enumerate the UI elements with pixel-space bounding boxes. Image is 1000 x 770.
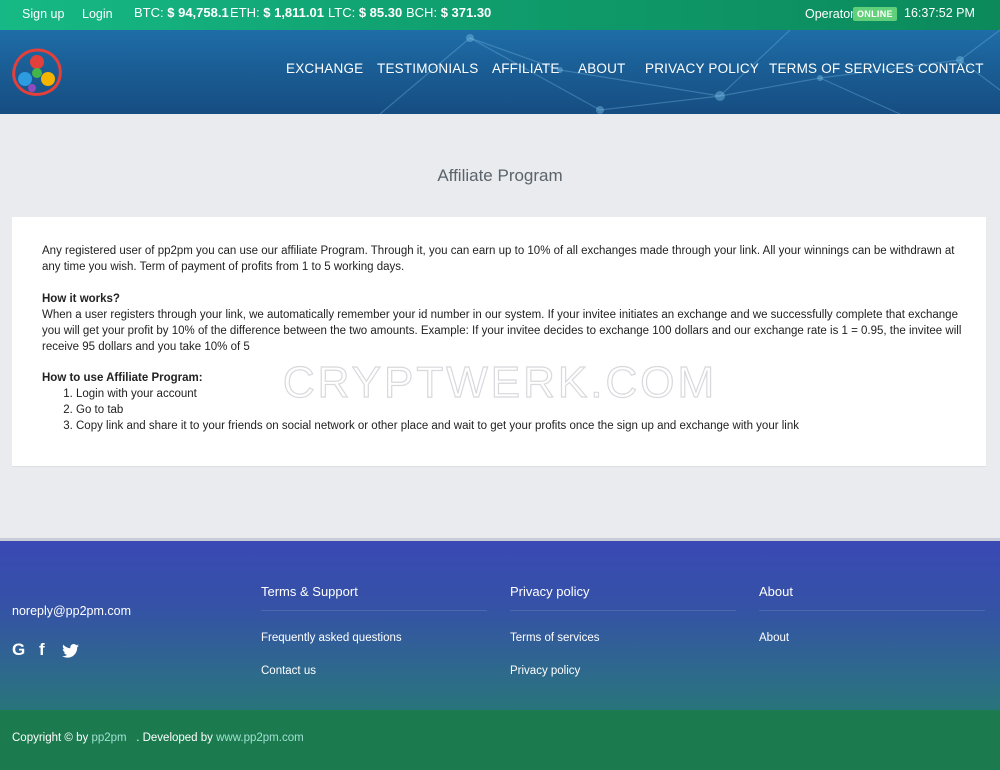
operator-status-badge: ONLINE <box>853 7 897 21</box>
google-icon[interactable]: G <box>12 640 25 660</box>
list-item: Login with your account <box>76 386 799 402</box>
intro-paragraph: Any registered user of pp2pm you can use… <box>42 245 955 273</box>
operator-label: Operator: <box>805 7 858 21</box>
nav-privacy-policy[interactable]: PRIVACY POLICY <box>645 61 759 76</box>
nav-exchange[interactable]: EXCHANGE <box>286 61 363 76</box>
footer-link-privacy-policy[interactable]: Privacy policy <box>510 665 580 677</box>
clock: 16:37:52 PM <box>904 6 975 20</box>
login-link[interactable]: Login <box>82 7 113 21</box>
footer: noreply@pp2pm.com G f Terms & Support Fr… <box>0 538 1000 770</box>
footer-divider <box>0 538 1000 541</box>
footer-heading-privacy-policy: Privacy policy <box>510 584 590 599</box>
how-to-use-heading: How to use Affiliate Program: <box>42 372 203 384</box>
how-it-works-text: When a user registers through your link,… <box>42 309 962 353</box>
copyright-brand-link[interactable]: pp2pm <box>91 732 126 744</box>
bch-ticker: BCH: $ 371.30 <box>406 5 491 20</box>
list-item: Copy link and share it to your friends o… <box>76 418 799 434</box>
twitter-icon[interactable] <box>62 644 79 658</box>
btc-label: BTC: <box>134 5 164 20</box>
eth-label: ETH: <box>230 5 260 20</box>
content-card: Any registered user of pp2pm you can use… <box>12 217 986 467</box>
bch-price: $ 371.30 <box>440 5 492 20</box>
page-title: Affiliate Program <box>437 166 563 185</box>
top-bar: Sign up Login BTC: $ 94,758.1 ETH: $ 1,8… <box>0 0 1000 30</box>
footer-link-faq[interactable]: Frequently asked questions <box>261 632 402 644</box>
facebook-icon[interactable]: f <box>39 640 45 660</box>
bch-label: BCH: <box>406 5 438 20</box>
footer-heading-divider <box>759 610 985 611</box>
footer-link-contact-us[interactable]: Contact us <box>261 665 316 677</box>
btc-price: $ 94,758.1 <box>167 5 229 20</box>
ltc-price: $ 85.30 <box>358 5 403 20</box>
nav-about[interactable]: ABOUT <box>578 61 626 76</box>
eth-price: $ 1,811.01 <box>263 5 324 20</box>
footer-heading-divider <box>261 610 487 611</box>
copyright: Copyright © by pp2pm . Developed by www.… <box>12 732 304 744</box>
nav-contact[interactable]: CONTACT <box>918 61 984 76</box>
footer-heading-terms-support: Terms & Support <box>261 584 358 599</box>
footer-email: noreply@pp2pm.com <box>12 604 131 618</box>
steps-list: Login with your account Go to tab Copy l… <box>76 386 799 434</box>
eth-ticker: ETH: $ 1,811.01 <box>230 5 324 20</box>
ltc-label: LTC: <box>328 5 356 20</box>
btc-ticker: BTC: $ 94,758.1 <box>134 5 229 20</box>
ltc-ticker: LTC: $ 85.30 <box>328 5 402 20</box>
developed-by-prefix: . Developed by <box>136 732 213 744</box>
footer-link-terms-of-services[interactable]: Terms of services <box>510 632 599 644</box>
header: EXCHANGE TESTIMONIALS AFFILIATE ABOUT PR… <box>0 30 1000 114</box>
footer-link-about[interactable]: About <box>759 632 789 644</box>
list-item: Go to tab <box>76 402 799 418</box>
nav-terms-of-services[interactable]: TERMS OF SERVICES <box>769 61 914 76</box>
footer-heading-about: About <box>759 584 793 599</box>
footer-heading-divider <box>510 610 736 611</box>
how-it-works-heading: How it works? <box>42 293 120 305</box>
signup-link[interactable]: Sign up <box>22 7 64 21</box>
copyright-prefix: Copyright © by <box>12 732 89 744</box>
nav-testimonials[interactable]: TESTIMONIALS <box>377 61 478 76</box>
nav-affiliate[interactable]: AFFILIATE <box>492 61 560 76</box>
footer-bottom-bar: Copyright © by pp2pm . Developed by www.… <box>0 710 1000 770</box>
developer-link[interactable]: www.pp2pm.com <box>216 732 304 744</box>
brand-logo[interactable] <box>10 46 64 98</box>
